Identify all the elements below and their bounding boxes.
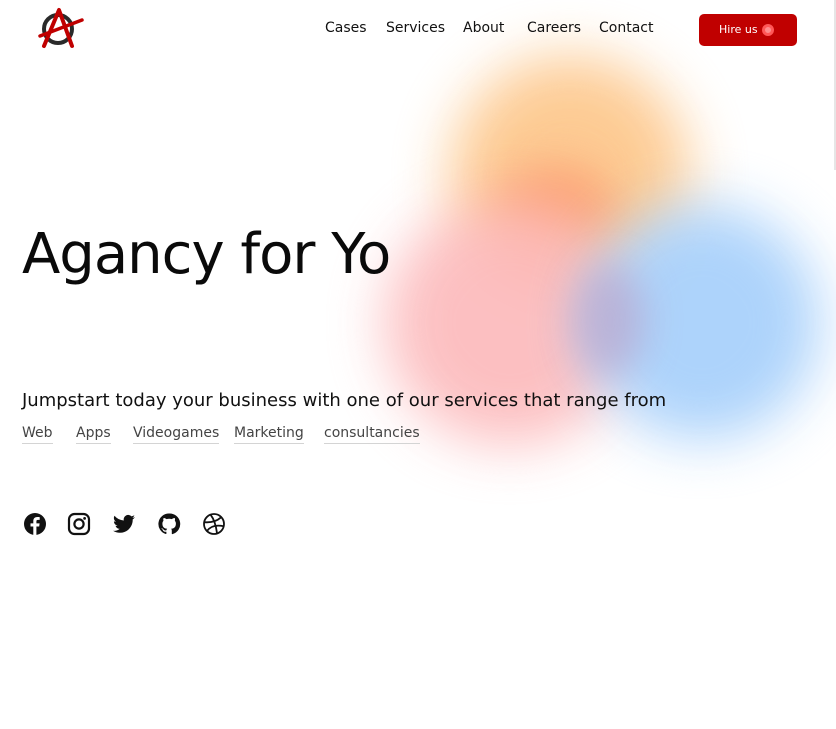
service-link-web[interactable]: Web xyxy=(22,425,53,444)
purple-overlap-blob xyxy=(575,265,645,375)
hero-subtitle: Jumpstart today your business with one o… xyxy=(22,390,667,411)
nav-link-contact[interactable]: Contact xyxy=(599,20,653,36)
facebook-icon[interactable] xyxy=(23,512,47,536)
nav-link-careers[interactable]: Careers xyxy=(527,20,581,36)
record-dot-icon xyxy=(762,24,774,36)
service-link-apps[interactable]: Apps xyxy=(76,425,111,444)
nav-link-cases[interactable]: Cases xyxy=(325,20,367,36)
twitter-icon[interactable] xyxy=(112,512,136,536)
hero-title: Agancy for Yo xyxy=(22,222,391,287)
github-icon[interactable] xyxy=(157,512,181,536)
hire-us-label: Hire us xyxy=(719,23,758,36)
nav-link-services[interactable]: Services xyxy=(386,20,445,36)
hire-us-button[interactable]: Hire us xyxy=(699,14,797,46)
service-link-consultancies[interactable]: consultancies xyxy=(324,425,420,444)
service-link-videogames[interactable]: Videogames xyxy=(133,425,220,444)
dribbble-icon[interactable] xyxy=(202,512,226,536)
service-link-marketing[interactable]: Marketing xyxy=(234,425,304,444)
instagram-icon[interactable] xyxy=(67,512,91,536)
nav-link-about[interactable]: About xyxy=(463,20,504,36)
